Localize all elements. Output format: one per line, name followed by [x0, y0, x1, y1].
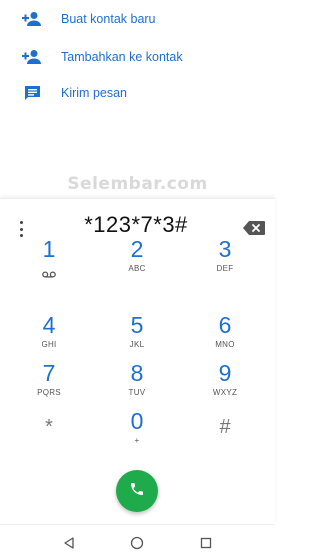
backspace-icon[interactable]: [243, 221, 265, 235]
key-digit: 3: [218, 236, 232, 262]
dialer-suggestions: Buat kontak baru Tambahkan ke kontak Kir…: [0, 0, 275, 178]
key-letters: DEF: [216, 264, 234, 273]
create-contact-label: Buat kontak baru: [61, 12, 156, 26]
key-digit: 8: [130, 360, 144, 386]
key-digit: 5: [130, 312, 144, 338]
watermark: Selembar.com: [67, 174, 208, 194]
key-1[interactable]: 1: [14, 236, 84, 292]
recents-icon[interactable]: [197, 534, 215, 552]
system-navigation-bar: [0, 524, 275, 560]
key-letters: WXYZ: [212, 388, 238, 397]
key-digit: #: [219, 416, 231, 438]
key-digit: 9: [218, 360, 232, 386]
key-digit: 4: [42, 312, 56, 338]
dialed-number[interactable]: *123*7*3#: [36, 212, 236, 238]
send-message-label: Kirim pesan: [61, 86, 127, 100]
phone-icon: [129, 481, 145, 502]
create-contact-action[interactable]: Buat kontak baru: [0, 1, 275, 37]
key-letters: TUV: [128, 388, 146, 397]
key-7[interactable]: 7 PQRS: [14, 360, 84, 416]
key-digit: *: [45, 416, 53, 438]
back-icon[interactable]: [60, 534, 78, 552]
add-to-contact-label: Tambahkan ke kontak: [61, 50, 183, 64]
key-letters: ABC: [128, 264, 146, 273]
key-3[interactable]: 3 DEF: [190, 236, 260, 292]
add-to-contact-action[interactable]: Tambahkan ke kontak: [0, 39, 275, 75]
key-digit: 7: [42, 360, 56, 386]
key-letters: JKL: [129, 340, 145, 349]
message-icon: [22, 83, 42, 103]
home-icon[interactable]: [128, 534, 146, 552]
key-letters: +: [134, 436, 140, 445]
key-0[interactable]: 0 +: [102, 408, 172, 464]
key-hash[interactable]: #: [190, 410, 260, 466]
key-letters: PQRS: [37, 388, 61, 397]
key-2[interactable]: 2 ABC: [102, 236, 172, 292]
key-9[interactable]: 9 WXYZ: [190, 360, 260, 416]
key-digit: 0: [130, 408, 144, 434]
key-digit: 6: [218, 312, 232, 338]
call-button[interactable]: [116, 470, 158, 512]
key-letters: MNO: [215, 340, 235, 349]
add-contact-icon: [22, 9, 42, 29]
key-digit: 2: [130, 236, 144, 262]
send-message-action[interactable]: Kirim pesan: [0, 75, 275, 111]
key-star[interactable]: *: [14, 410, 84, 466]
add-contact-icon: [22, 47, 42, 67]
voicemail-icon: [42, 265, 56, 283]
key-digit: 1: [42, 236, 56, 262]
key-letters: GHI: [41, 340, 57, 349]
